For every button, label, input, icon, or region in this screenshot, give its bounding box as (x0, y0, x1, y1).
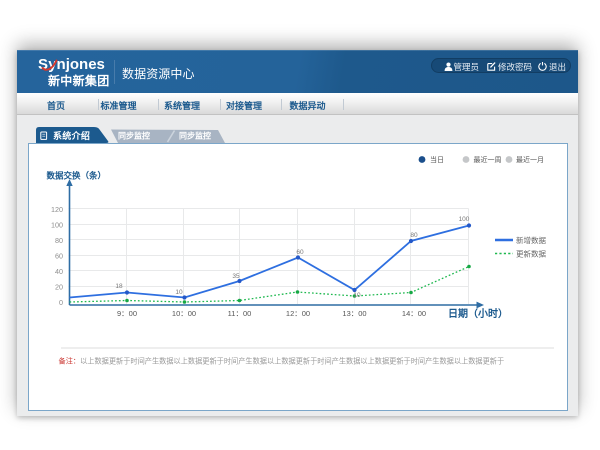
svg-text:11：00: 11：00 (228, 309, 252, 318)
svg-text:14：00: 14：00 (402, 309, 426, 318)
svg-text:80: 80 (55, 236, 63, 245)
svg-text:40: 40 (55, 267, 63, 276)
svg-text:0: 0 (59, 298, 63, 307)
svg-text:12：00: 12：00 (286, 309, 310, 318)
svg-text:10: 10 (175, 289, 183, 296)
svg-text:当日: 当日 (430, 155, 444, 164)
svg-text:10: 10 (353, 292, 361, 299)
svg-text:系统介绍: 系统介绍 (53, 130, 90, 141)
svg-text:35: 35 (232, 273, 240, 280)
svg-text:60: 60 (296, 249, 304, 256)
svg-text:13：00: 13：00 (342, 309, 366, 318)
svg-text:数据交换（条）: 数据交换（条） (47, 171, 107, 181)
svg-text:18: 18 (115, 283, 123, 290)
svg-text:备注：以上数据更新于时间产生数据以上数据更新于时间产生数据以: 备注：以上数据更新于时间产生数据以上数据更新于时间产生数据以上数据更新于时间产生… (59, 357, 505, 366)
svg-text:日期（小时）: 日期（小时） (448, 307, 508, 320)
svg-text:60: 60 (55, 252, 63, 261)
svg-text:100: 100 (51, 221, 63, 230)
svg-text:20: 20 (55, 283, 63, 292)
svg-text:新增数据: 新增数据 (516, 235, 546, 245)
svg-text:最近一月: 最近一月 (516, 155, 544, 164)
svg-text:同步监控: 同步监控 (118, 131, 150, 141)
svg-text:100: 100 (459, 216, 470, 223)
svg-text:120: 120 (51, 205, 63, 214)
svg-text:9：00: 9：00 (117, 309, 137, 318)
svg-text:更新数据: 更新数据 (516, 249, 546, 259)
svg-text:80: 80 (410, 232, 418, 239)
svg-text:最近一周: 最近一周 (474, 155, 502, 164)
svg-text:10：00: 10：00 (172, 309, 196, 318)
svg-text:同步监控: 同步监控 (179, 131, 211, 141)
